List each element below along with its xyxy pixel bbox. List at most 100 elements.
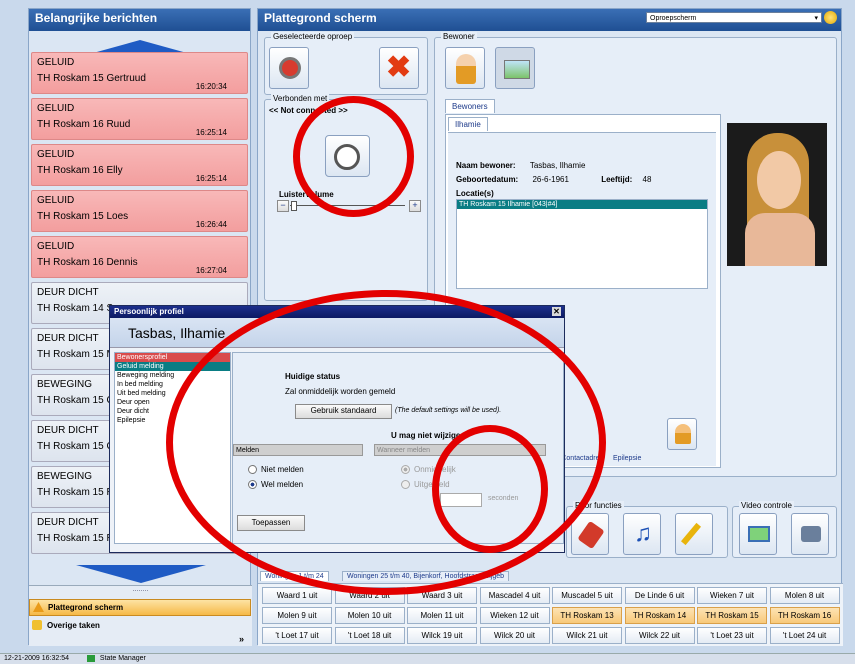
room-button[interactable]: Waard 2 uit: [334, 587, 405, 604]
radio-label: Wel melden: [261, 480, 304, 489]
seconds-input[interactable]: [440, 493, 482, 507]
room-tabs: Woningen 1 t/m 24 Woningen 25 t/m 40, Bi…: [258, 569, 843, 583]
room-grid: Waard 1 uit Waard 2 uit Waard 3 uit Mascade…: [258, 583, 843, 646]
room-button[interactable]: Wieken 12 uit: [479, 607, 550, 624]
video-control-group: Video controle: [732, 501, 837, 558]
chevron-down-icon: ▾: [814, 15, 818, 22]
room-button[interactable]: 't Loet 23 uit: [697, 627, 767, 644]
profile-button[interactable]: [667, 418, 697, 450]
room-button[interactable]: Muscadel 5 uit: [552, 587, 622, 604]
dialog-titlebar[interactable]: Persoonlijk profiel ✕: [110, 306, 564, 318]
tab-bewoners[interactable]: Bewoners: [445, 99, 495, 113]
message-item[interactable]: GELUID TH Roskam 15 Loes 16:26:44: [31, 190, 248, 232]
status-datetime: 12-21-2009 16:32:54: [4, 655, 69, 662]
room-button[interactable]: 't Loet 24 uit: [769, 627, 840, 644]
radio-uitgesteld[interactable]: Uitgesteld: [401, 480, 450, 490]
room-button[interactable]: Molen 10 uit: [334, 607, 405, 624]
profile-list-item[interactable]: Epilepsie: [115, 416, 230, 425]
message-item[interactable]: GELUID TH Roskam 16 Dennis 16:27:04: [31, 236, 248, 278]
profile-list-item[interactable]: Uit bed melding: [115, 389, 230, 398]
mute-call-button[interactable]: [269, 47, 309, 89]
connected-with-group: Verbonden met << Not connected >> Luiste…: [264, 94, 428, 301]
video-view-button[interactable]: [739, 513, 777, 555]
volume-slider-handle[interactable]: [291, 201, 297, 211]
volume-slider[interactable]: [290, 205, 405, 206]
tab-woningen-25-40[interactable]: Woningen 25 t/m 40, Bijenkorf, Hoofdstra…: [342, 571, 510, 581]
cancel-call-button[interactable]: ✖: [379, 47, 419, 89]
camera-button[interactable]: [791, 513, 829, 555]
room-button[interactable]: Wilck 21 uit: [552, 627, 622, 644]
tab-woningen-1-24[interactable]: Woningen 1 t/m 24: [260, 571, 329, 581]
marker-icon: [680, 522, 702, 546]
tab-contactadres[interactable]: Contactadres: [561, 455, 603, 462]
tab-ilhamie[interactable]: Ilhamie: [448, 117, 488, 131]
marker-button[interactable]: [675, 513, 713, 555]
room-button[interactable]: Waard 1 uit: [262, 587, 332, 604]
dialog-title: Persoonlijk profiel: [114, 307, 184, 316]
nav-plattegrond[interactable]: Plattegrond scherm: [29, 599, 251, 616]
message-type: GELUID: [37, 57, 75, 68]
room-button[interactable]: Wilck 19 uit: [407, 627, 477, 644]
screen-select[interactable]: Oproepscherm ▾: [646, 12, 822, 23]
group-title: Video controle: [739, 501, 794, 510]
clock-icon: [334, 144, 360, 170]
profile-list-item[interactable]: Deur open: [115, 398, 230, 407]
state-manager-icon: [86, 654, 95, 662]
birthdate-label: Geboortedatum:: [456, 175, 519, 184]
room-button[interactable]: Wilck 20 uit: [479, 627, 550, 644]
profile-list-item[interactable]: Beweging melding: [115, 371, 230, 380]
room-button[interactable]: 't Loet 18 uit: [334, 627, 405, 644]
scroll-down-arrow[interactable]: [29, 565, 252, 583]
close-icon[interactable]: ✕: [552, 307, 561, 316]
volume-minus-button[interactable]: −: [277, 200, 289, 212]
room-button[interactable]: Molen 8 uit: [769, 587, 840, 604]
state-manager-label[interactable]: State Manager: [100, 655, 146, 662]
music-button[interactable]: ♫: [623, 513, 661, 555]
nav-overige-taken[interactable]: Overige taken: [29, 618, 251, 633]
room-button[interactable]: De Linde 6 uit: [624, 587, 695, 604]
residents-button[interactable]: [445, 47, 485, 89]
room-button[interactable]: Mascadel 4 uit: [479, 587, 550, 604]
headset-mute-icon: [279, 57, 301, 79]
room-button[interactable]: TH Roskam 14 aan: [624, 607, 695, 635]
room-button[interactable]: Molen 9 uit: [262, 607, 332, 624]
volume-plus-button[interactable]: +: [409, 200, 421, 212]
age-value: 48: [642, 175, 652, 184]
name-label: Naam bewoner:: [456, 161, 516, 170]
connect-button[interactable]: [325, 135, 370, 177]
profile-list-item[interactable]: Deur dicht: [115, 407, 230, 416]
profile-list-item[interactable]: In bed melding: [115, 380, 230, 389]
profile-list-item[interactable]: Geluid melding: [115, 362, 230, 371]
tab-epilepsie[interactable]: Epilepsie: [613, 455, 641, 462]
room-button[interactable]: Wieken 7 uit: [697, 587, 767, 604]
help-icon[interactable]: [824, 11, 837, 24]
location-item[interactable]: TH Roskam 15 Ilhamie [043|#4]: [457, 200, 707, 209]
room-button[interactable]: 't Loet 17 uit: [262, 627, 332, 644]
room-button[interactable]: TH Roskam 15 aan: [697, 607, 767, 635]
message-item[interactable]: GELUID TH Roskam 16 Elly 16:25:14: [31, 144, 248, 186]
radio-niet-melden[interactable]: Niet melden: [248, 465, 304, 475]
radio-wel-melden[interactable]: Wel melden: [248, 480, 304, 490]
message-time: 16:25:14: [195, 174, 227, 183]
age-label: Leeftijd:: [601, 175, 633, 184]
message-item[interactable]: GELUID TH Roskam 15 Gertruud 16:20:34: [31, 52, 248, 94]
room-button[interactable]: Wilck 22 uit: [624, 627, 695, 644]
seconds-label: seconden: [488, 495, 519, 502]
video-screen-icon: [748, 526, 770, 542]
message-type: GELUID: [37, 103, 75, 114]
apply-button[interactable]: Toepassen: [237, 515, 305, 531]
room-button[interactable]: Waard 3 uit: [407, 587, 477, 604]
room-button[interactable]: TH Roskam 16 aan: [769, 607, 840, 635]
room-button[interactable]: Molen 11 uit: [407, 607, 477, 624]
floorplan-button[interactable]: [495, 47, 535, 89]
use-default-button[interactable]: Gebruik standaard: [295, 404, 392, 419]
message-type: GELUID: [37, 149, 75, 160]
radio-direct[interactable]: Onmiddelijk: [401, 465, 456, 475]
profile-list[interactable]: Bewonersprofiel Geluid melding Beweging me…: [114, 352, 231, 544]
message-item[interactable]: GELUID TH Roskam 16 Ruud 16:25:14: [31, 98, 248, 140]
locations-list[interactable]: TH Roskam 15 Ilhamie [043|#4]: [456, 199, 708, 289]
profile-list-item[interactable]: Bewonersprofiel: [115, 353, 230, 362]
expand-chevron-icon[interactable]: »: [239, 634, 244, 644]
alarm-button[interactable]: [571, 513, 609, 555]
room-button[interactable]: TH Roskam 13 aan: [552, 607, 622, 635]
